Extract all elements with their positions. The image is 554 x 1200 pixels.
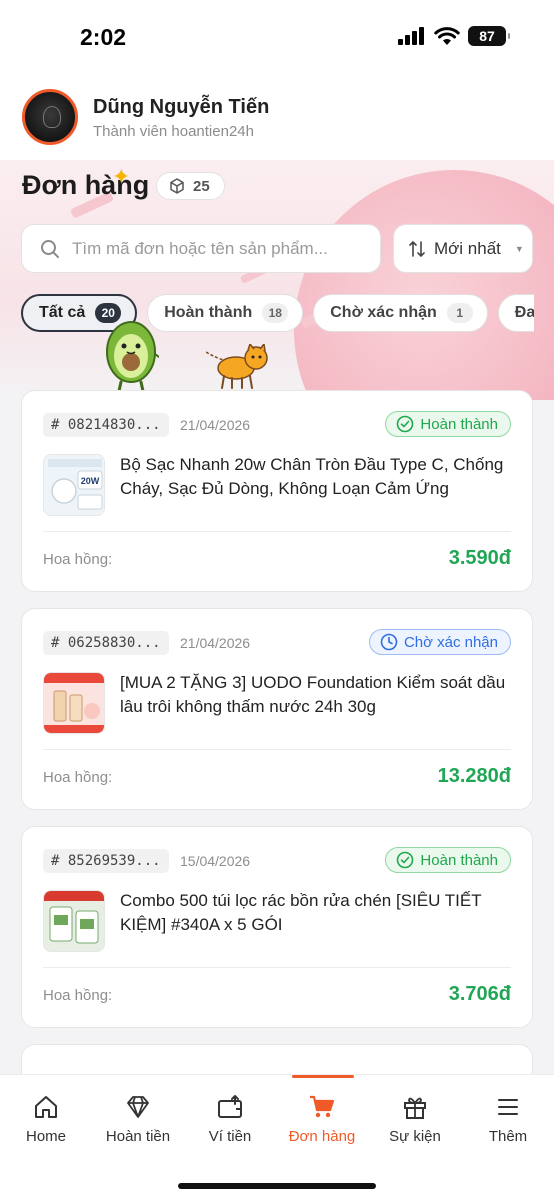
commission-label: Hoa hồng: [43,769,113,786]
charger-product-image: 20W [44,455,104,515]
product-name: Combo 500 túi lọc rác bồn rửa chén [SIÊU… [120,891,482,934]
status-label: Hoàn thành [420,851,498,869]
order-card[interactable]: # 06258830... 21/04/2026 Chờ xác nhận [M… [21,608,533,810]
divider [43,967,511,968]
gift-icon [404,1097,426,1119]
nav-label: Sự kiện [389,1128,441,1145]
product-name: [MUA 2 TẶNG 3] UODO Foundation Kiểm soát… [120,673,506,716]
product-thumbnail: 20W [43,454,105,516]
check-circle-icon [397,851,414,869]
order-count-badge: 25 [156,172,225,200]
commission-value: 3.590đ [448,547,511,569]
sort-icon [409,240,425,257]
menu-icon [498,1099,518,1115]
wifi-icon [434,26,460,45]
bottom-nav: Home Hoàn tiền Ví tiền Đơn hàng Sự kiện [0,1074,554,1200]
tab-more[interactable]: Đan [497,294,534,332]
status-badge: Chờ xác nhận [368,629,511,655]
order-id[interactable]: # 06258830... [43,631,169,655]
nav-orders[interactable]: Đơn hàng [276,1093,368,1145]
avocado-mascot-icon [106,321,159,392]
product-thumbnail [43,890,105,952]
nav-home[interactable]: Home [0,1093,92,1145]
divider [43,531,511,532]
search-box[interactable] [21,224,381,273]
filter-tabs: Tất cả 20 Hoàn thành 18 Chờ xác nhận 1 Đ… [21,294,534,334]
signal-icon [398,27,424,45]
order-date: 15/04/2026 [180,853,251,869]
thumb-wattage: 20W [81,476,100,486]
tab-completed[interactable]: Hoàn thành 18 [147,294,304,332]
sparkle-icon: ✦ [112,164,131,189]
order-date: 21/04/2026 [180,635,251,651]
tab-label: Đan [514,304,534,321]
nav-label: Hoàn tiền [105,1128,171,1145]
product-name: Bộ Sạc Nhanh 20w Chân Tròn Đầu Type C, C… [120,455,504,498]
order-id[interactable]: # 85269539... [43,849,169,873]
commission-value: 3.706đ [448,983,511,1005]
nav-events[interactable]: Sự kiện [369,1093,461,1145]
commission-label: Hoa hồng: [43,551,113,568]
nav-label: Home [25,1128,66,1145]
search-input[interactable] [72,238,362,259]
check-circle-icon [397,415,414,433]
avatar[interactable] [22,89,78,145]
chevron-down-icon: ▼ [514,243,524,254]
active-tab-indicator [292,1075,354,1078]
sort-label: Mới nhất [434,238,501,258]
wallet-icon [218,1095,242,1118]
nav-label: Thêm [488,1128,528,1145]
nav-wallet[interactable]: Ví tiền [184,1093,276,1145]
status-badge: Hoàn thành [385,411,511,437]
user-role: Thành viên hoantien24h [93,123,254,140]
tab-count: 1 [446,303,473,323]
sort-dropdown[interactable]: Mới nhất ▼ [393,224,533,273]
nav-more[interactable]: Thêm [462,1093,554,1145]
foundation-product-image [44,673,104,733]
tab-count: 18 [262,303,289,323]
tab-label: Chờ xác nhận [330,304,437,321]
nav-label: Đơn hàng [288,1128,356,1145]
user-header[interactable]: Dũng Nguyễn Tiến Thành viên hoantien24h [0,76,554,160]
order-count: 25 [193,177,210,195]
tab-pending[interactable]: Chờ xác nhận 1 [313,294,488,332]
commission-value: 13.280đ [437,765,511,787]
status-label: Hoàn thành [420,415,498,433]
search-icon [41,239,59,258]
order-date: 21/04/2026 [180,417,251,433]
order-card[interactable]: # 85269539... 15/04/2026 Hoàn thành Comb… [21,826,533,1028]
product-thumbnail [43,672,105,734]
order-id[interactable]: # 08214830... [43,413,169,437]
cat-mascot-icon [206,344,268,389]
status-badge: Hoàn thành [385,847,511,873]
status-bar: 2:02 87 [0,0,554,76]
box-icon [170,178,184,194]
cart-icon [310,1095,335,1118]
divider [43,749,511,750]
status-icons: 87 [398,26,510,46]
filter-bag-product-image [44,891,104,951]
clock-icon [380,633,398,651]
commission-label: Hoa hồng: [43,987,113,1004]
battery-indicator: 87 [468,26,510,46]
status-label: Chờ xác nhận [403,633,498,651]
status-time: 2:02 [80,24,127,50]
user-name: Dũng Nguyễn Tiến [93,96,270,118]
tab-label: Hoàn thành [164,304,253,321]
tab-label: Tất cả [39,304,86,321]
nav-label: Ví tiền [208,1128,252,1145]
diamond-icon [127,1096,149,1118]
home-indicator [178,1183,376,1189]
order-card[interactable]: # 08214830... 21/04/2026 Hoàn thành 20W … [21,390,533,592]
home-icon [35,1096,57,1118]
nav-cashback[interactable]: Hoàn tiền [92,1093,184,1145]
